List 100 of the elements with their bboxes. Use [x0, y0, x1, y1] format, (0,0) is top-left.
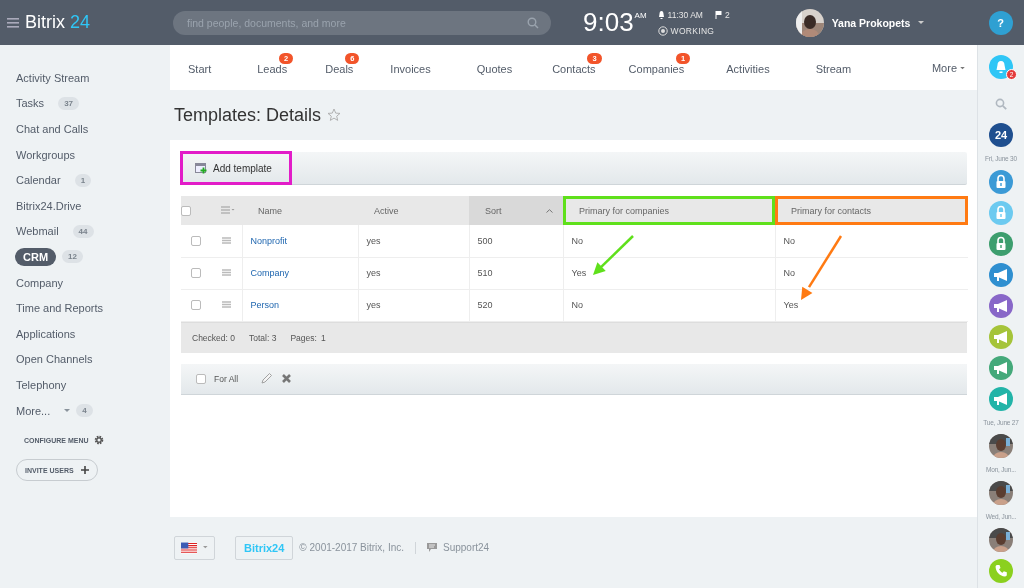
table-cell: No — [571, 235, 583, 246]
sidebar-item[interactable]: Open Channels — [8, 351, 101, 368]
caret-icon — [203, 546, 208, 549]
nav-tab[interactable]: Deals — [325, 63, 354, 75]
count-badge: 12 — [62, 250, 83, 264]
megaphone-icon[interactable] — [989, 386, 1013, 411]
sidebar-item[interactable]: Workgroups — [8, 146, 84, 163]
nav-tab[interactable]: Contacts — [552, 63, 596, 75]
sidebar-item[interactable]: Calendar — [8, 172, 69, 189]
bell-icon — [657, 10, 665, 19]
sidebar-item[interactable]: Activity Stream — [8, 69, 98, 86]
row-checkbox[interactable] — [191, 300, 201, 311]
page-link[interactable]: 1 — [320, 332, 326, 343]
lock-icon[interactable] — [989, 169, 1013, 194]
table-cell: 510 — [477, 268, 493, 278]
row-menu-icon[interactable] — [222, 236, 231, 244]
sidebar-item[interactable]: Time and Reports — [8, 300, 112, 317]
for-all-label[interactable]: For All — [214, 373, 239, 384]
column-header[interactable]: Name — [242, 196, 358, 225]
count-badge: 1 — [74, 173, 92, 187]
column-settings-icon[interactable] — [221, 205, 235, 214]
row-menu-icon[interactable] — [222, 269, 231, 276]
table-cell: yes — [366, 235, 381, 246]
sidebar-item[interactable]: CRM — [15, 247, 57, 266]
nav-tab[interactable]: Leads — [257, 63, 288, 75]
work-status[interactable]: WORKING — [670, 25, 715, 36]
column-header[interactable]: Primary for contacts — [775, 196, 968, 225]
table-cell: 520 — [477, 300, 493, 310]
template-link[interactable]: Company — [250, 268, 290, 278]
sidebar-item[interactable]: More... — [8, 402, 59, 419]
caret-icon[interactable] — [64, 408, 71, 413]
gear-icon[interactable] — [93, 435, 104, 446]
caret-icon[interactable] — [918, 20, 925, 25]
lock-icon[interactable] — [989, 231, 1013, 256]
flag-icon — [181, 541, 198, 554]
sidebar-item[interactable]: Tasks — [8, 95, 53, 112]
template-link[interactable]: Nonprofit — [250, 235, 288, 246]
sidebar-item[interactable]: Webmail — [8, 223, 67, 240]
nav-tab[interactable]: Activities — [726, 63, 770, 75]
count-badge: 44 — [72, 224, 94, 238]
add-table-icon — [195, 162, 207, 174]
record-icon — [657, 25, 668, 36]
add-template-button[interactable]: Add template — [181, 152, 291, 184]
clock-ampm: AM — [634, 11, 647, 20]
table-cell: Yes — [571, 268, 587, 278]
checked-count: Checked: 0 — [192, 332, 235, 343]
megaphone-icon[interactable] — [989, 293, 1013, 318]
select-all-checkbox[interactable] — [181, 205, 191, 216]
total-count: Total: 3 — [249, 332, 277, 343]
table-cell: No — [783, 235, 795, 246]
for-all-checkbox[interactable] — [196, 373, 206, 384]
nav-tab[interactable]: Companies — [628, 63, 685, 75]
copyright: © 2001-2017 Bitrix, Inc. — [299, 542, 404, 553]
count-badge: 4 — [76, 404, 93, 417]
delete-icon[interactable] — [281, 373, 293, 384]
table-cell: No — [571, 300, 583, 310]
sidebar-item[interactable]: Company — [8, 274, 72, 291]
bitrix-logo[interactable]: 24 — [989, 122, 1013, 147]
row-menu-icon[interactable] — [222, 301, 231, 308]
lock-icon[interactable] — [989, 200, 1013, 225]
chat-icon[interactable] — [427, 543, 437, 552]
caret-icon[interactable] — [960, 66, 965, 70]
language-button[interactable] — [174, 535, 215, 560]
template-link[interactable]: Person — [250, 300, 280, 310]
sidebar-item[interactable]: Bitrix24.Drive — [8, 197, 90, 214]
table-cell: No — [783, 268, 795, 278]
sort-icon[interactable] — [546, 208, 553, 213]
pencil-icon[interactable] — [260, 372, 274, 385]
sidebar-item[interactable]: Chat and Calls — [8, 121, 97, 137]
more-tab[interactable]: More — [931, 62, 957, 74]
search-icon[interactable] — [527, 16, 539, 29]
nav-tab[interactable]: Stream — [815, 63, 852, 75]
search-icon[interactable] — [995, 97, 1007, 110]
nav-tab[interactable]: Start — [188, 63, 212, 75]
page-title: Templates: Details — [174, 104, 322, 126]
row-checkbox[interactable] — [191, 236, 201, 247]
star-icon[interactable] — [327, 108, 342, 122]
megaphone-icon[interactable] — [989, 262, 1013, 287]
notifications-icon[interactable] — [989, 54, 1013, 79]
flag-icon — [714, 10, 722, 19]
megaphone-icon[interactable] — [989, 324, 1013, 349]
column-header[interactable]: Active — [358, 196, 469, 225]
nav-tab[interactable]: Invoices — [390, 63, 431, 75]
phone-icon[interactable] — [989, 558, 1013, 583]
table-cell: yes — [366, 300, 381, 310]
row-checkbox[interactable] — [191, 268, 201, 279]
logo[interactable]: Bitrix 24 — [25, 12, 91, 33]
column-header[interactable]: Sort — [469, 196, 563, 225]
menu-icon[interactable] — [7, 17, 19, 28]
user-name[interactable]: Yana Prokopets — [831, 16, 911, 29]
table-cell: Yes — [783, 300, 799, 310]
megaphone-icon[interactable] — [989, 355, 1013, 380]
sidebar-item[interactable]: Applications — [8, 325, 84, 342]
table-cell: 500 — [477, 235, 493, 246]
sidebar-item[interactable]: Telephony — [8, 376, 75, 393]
flag-count: 2 — [724, 9, 730, 20]
pages-label: Pages: — [290, 332, 317, 343]
column-header[interactable]: Primary for companies — [563, 196, 775, 225]
alarm-time: 11:30 AM — [667, 9, 703, 20]
nav-tab[interactable]: Quotes — [476, 63, 513, 75]
